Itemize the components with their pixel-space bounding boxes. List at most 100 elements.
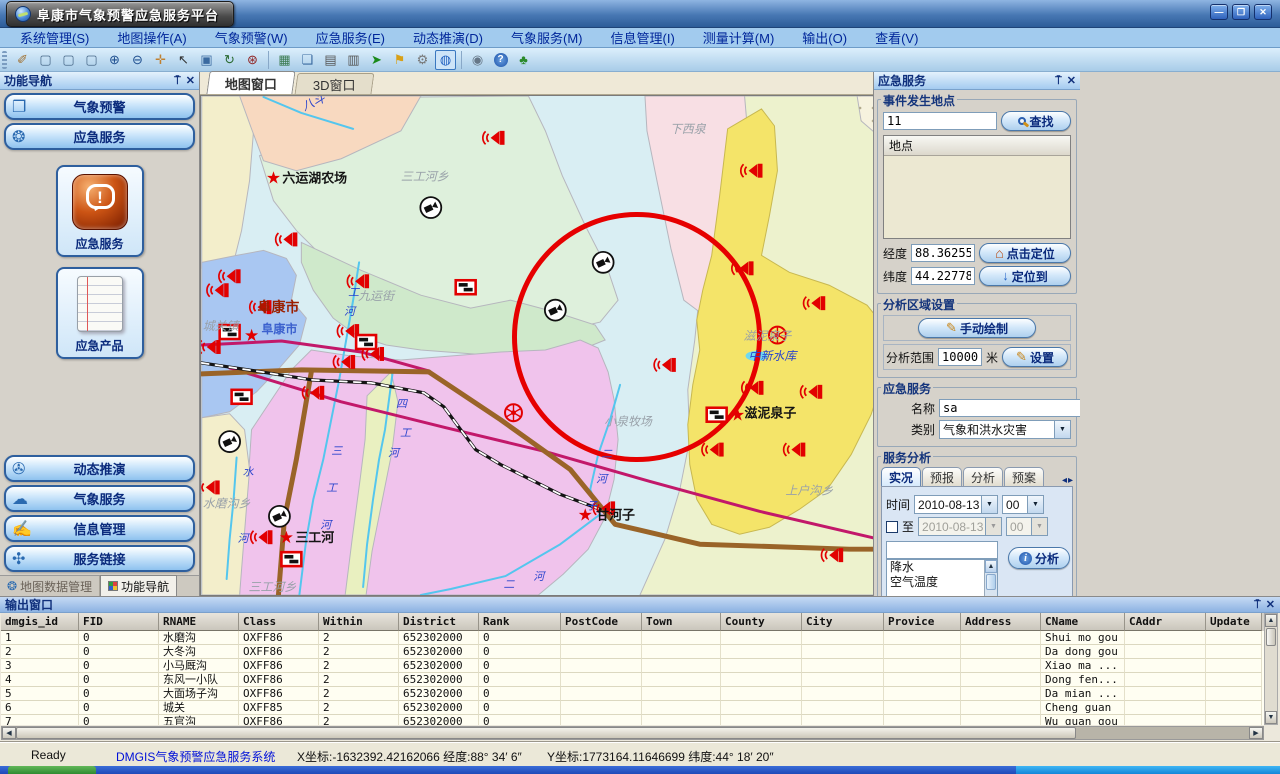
tab-预案[interactable]: 预案 [1004,467,1044,486]
placemark-icon[interactable]: ⚑ [389,50,410,70]
nav-button-应急服务[interactable]: !应急服务 [56,165,144,257]
service-name-input[interactable] [939,399,1080,417]
horizontal-scrollbar[interactable]: ◀ ▶ [1,726,1264,740]
scrollbar-thumb[interactable] [1266,628,1276,646]
tab-scroll-left-icon[interactable]: ◂ [1062,475,1067,486]
table-row[interactable]: 30小马厩沟OXFF8626523020000Xiao ma ... [1,659,1264,673]
column-header[interactable]: CAddr [1125,613,1206,631]
menu-item[interactable]: 气象预警(W) [201,28,302,47]
globe-service-icon[interactable]: ◍ [435,50,456,70]
tab-地图数据管理[interactable]: ❂地图数据管理 [0,576,100,596]
chevron-down-icon[interactable]: ▼ [1054,421,1070,438]
click-locate-button[interactable]: ⌂ 点击定位 [979,243,1071,263]
restore-button[interactable]: ❐ [1232,4,1250,20]
table-row[interactable]: 10水磨沟OXFF8626523020000Shui mo gou [1,631,1264,645]
service-type-dropdown[interactable]: 气象和洪水灾害 ▼ [939,420,1071,439]
chevron-down-icon[interactable]: ▼ [1027,496,1043,513]
select-rect-icon[interactable]: ▢ [58,50,79,70]
column-header[interactable]: dmgis_id [1,613,79,631]
element-list-scrollbar[interactable]: ▲ [984,560,997,596]
chevron-down-icon[interactable]: ▼ [981,496,997,513]
tab-scroll-right-icon[interactable]: ▸ [1068,475,1073,486]
overview-map-icon[interactable]: ▦ [274,50,295,70]
print-setup-icon[interactable]: ▥ [343,50,364,70]
sidebar-item-气象预警[interactable]: ❐气象预警 [4,93,195,120]
refresh-icon[interactable]: ↻ [219,50,240,70]
eye-icon[interactable]: ◉ [467,50,488,70]
close-icon[interactable]: ✕ [1266,599,1275,611]
select-point-icon[interactable]: ▢ [35,50,56,70]
pin-icon[interactable]: ⍑ [1254,599,1261,611]
goto-button[interactable]: ↓ 定位到 [979,266,1071,286]
sidebar-item-服务链接[interactable]: ✣服务链接 [4,545,195,572]
zoom-out-icon[interactable]: ⊖ [127,50,148,70]
print-icon[interactable]: ▤ [320,50,341,70]
menu-item[interactable]: 应急服务(E) [302,28,399,47]
column-header[interactable]: PostCode [561,613,642,631]
scrollbar-thumb[interactable] [16,727,1076,739]
full-extent-icon[interactable]: ▣ [196,50,217,70]
manual-draw-button[interactable]: ✎ 手动绘制 [918,318,1036,338]
location-list-body[interactable] [884,156,1070,238]
column-header[interactable]: Town [642,613,721,631]
column-header[interactable]: FID [79,613,159,631]
scroll-up-icon[interactable]: ▲ [1265,614,1277,627]
zoom-in-icon[interactable]: ⊕ [104,50,125,70]
tab-地图窗口[interactable]: 地图窗口 [206,71,295,94]
sidebar-item-气象服务[interactable]: ☁气象服务 [4,485,195,512]
scroll-up-icon[interactable]: ▲ [985,560,997,573]
sidebar-item-动态推演[interactable]: ✇动态推演 [4,455,195,482]
zoom-scale-icon[interactable]: ⊛ [242,50,263,70]
location-search-input[interactable] [883,112,997,130]
vertical-scrollbar[interactable]: ▲ ▼ [1264,613,1278,725]
toolbar-grip[interactable] [2,51,7,69]
minimize-button[interactable]: — [1210,4,1228,20]
start-button-edge[interactable] [8,766,96,774]
select-polygon-icon[interactable]: ▢ [81,50,102,70]
sidebar-item-信息管理[interactable]: ✍信息管理 [4,515,195,542]
pointer-icon[interactable]: ↖ [173,50,194,70]
table-row[interactable]: 40东风一小队OXFF8626523020000Dong fen... [1,673,1264,687]
search-button[interactable]: 查找 [1001,111,1071,131]
table-row[interactable]: 60城关OXFF8526523020000Cheng guan [1,701,1264,715]
column-header[interactable]: CName [1041,613,1125,631]
menu-item[interactable]: 动态推演(D) [399,28,497,47]
scroll-down-icon[interactable]: ▼ [1265,711,1277,724]
list-item[interactable]: 空气温度 [887,575,997,590]
menu-item[interactable]: 输出(O) [788,28,861,47]
close-icon[interactable]: ✕ [186,75,195,87]
menu-item[interactable]: 查看(V) [861,28,932,47]
column-header[interactable]: Within [319,613,399,631]
to-checkbox[interactable] [886,521,898,533]
table-row[interactable]: 50大面场子沟OXFF8626523020000Da mian ... [1,687,1264,701]
menu-item[interactable]: 系统管理(S) [6,28,103,47]
element-list[interactable]: 降水空气温度 ▲ [886,559,998,596]
column-header[interactable]: Address [961,613,1041,631]
pin-icon[interactable]: ⍑ [1055,75,1062,87]
latitude-input[interactable] [911,267,975,285]
legend-tree-icon[interactable]: ♣ [513,50,534,70]
element-selected-box[interactable] [886,541,998,559]
menu-item[interactable]: 地图操作(A) [103,28,200,47]
date-dropdown[interactable]: 2010-08-13 ▼ [914,495,998,514]
scroll-right-icon[interactable]: ▶ [1249,727,1263,739]
scroll-left-icon[interactable]: ◀ [2,727,16,739]
column-header[interactable]: District [399,613,479,631]
tab-功能导航[interactable]: 功能导航 [100,575,177,596]
sidebar-item-应急服务[interactable]: ❂应急服务 [4,123,195,150]
set-button[interactable]: ✎ 设置 [1002,347,1068,367]
menu-item[interactable]: 信息管理(I) [597,28,689,47]
tab-3D窗口[interactable]: 3D窗口 [295,73,375,94]
column-header[interactable]: City [802,613,884,631]
go-arrow-icon[interactable]: ➤ [366,50,387,70]
location-list[interactable]: 地点 [883,135,1071,239]
measure-icon[interactable]: ✐ [12,50,33,70]
range-input[interactable] [938,348,982,366]
analyze-button[interactable]: i 分析 [1008,547,1070,569]
menu-item[interactable]: 气象服务(M) [497,28,597,47]
list-item[interactable]: 降水 [887,560,997,575]
column-header[interactable]: Rank [479,613,561,631]
tab-实况[interactable]: 实况 [881,467,921,486]
pin-icon[interactable]: ⍑ [174,75,181,87]
nav-button-应急产品[interactable]: 应急产品 [56,267,144,359]
